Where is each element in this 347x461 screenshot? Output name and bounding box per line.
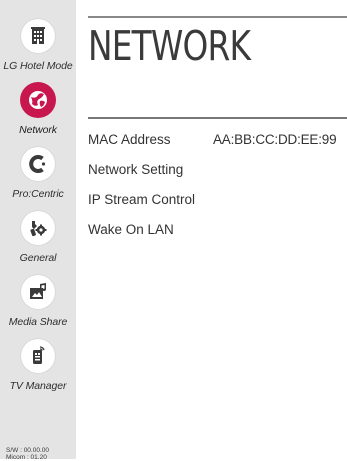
network-globe-icon [20, 82, 56, 118]
header-divider [88, 16, 347, 18]
software-version: S/W : 00.00.00 [6, 447, 49, 454]
sidebar-item-label: Pro:Centric [12, 188, 64, 200]
menu-item-label: MAC Address [88, 132, 171, 147]
menu-item-label: IP Stream Control [88, 192, 196, 207]
sidebar-item-label: LG Hotel Mode [3, 60, 73, 72]
general-tools-icon [20, 210, 56, 246]
tv-manager-icon [20, 338, 56, 374]
sidebar-item-label: General [19, 252, 57, 264]
menu-item-mac-address: MAC Address AA:BB:CC:DD:EE:99 [88, 128, 347, 152]
sidebar-item-label: Media Share [8, 316, 68, 328]
menu-item-wake-on-lan[interactable]: Wake On LAN [88, 218, 347, 242]
main-panel: NETWORK MAC Address AA:BB:CC:DD:EE:99 Ne… [76, 0, 347, 459]
menu-item-ip-stream-control[interactable]: IP Stream Control [88, 188, 347, 212]
menu-item-label: Network Setting [88, 162, 184, 177]
hotel-building-icon [20, 18, 56, 54]
micom-version: Micom : 01.20 [6, 454, 47, 461]
title-divider [88, 117, 347, 119]
menu-item-label: Wake On LAN [88, 222, 174, 237]
sidebar-item-label: Network [19, 124, 57, 136]
procentric-icon [20, 146, 56, 182]
media-share-icon [20, 274, 56, 310]
settings-sidebar: LG Hotel Mode Network Pro:Centric Genera… [0, 0, 76, 461]
mac-address-value: AA:BB:CC:DD:EE:99 [213, 132, 337, 147]
sidebar-item-label: TV Manager [9, 380, 67, 392]
page-title: NETWORK [88, 22, 251, 70]
menu-item-network-setting[interactable]: Network Setting [88, 158, 347, 182]
